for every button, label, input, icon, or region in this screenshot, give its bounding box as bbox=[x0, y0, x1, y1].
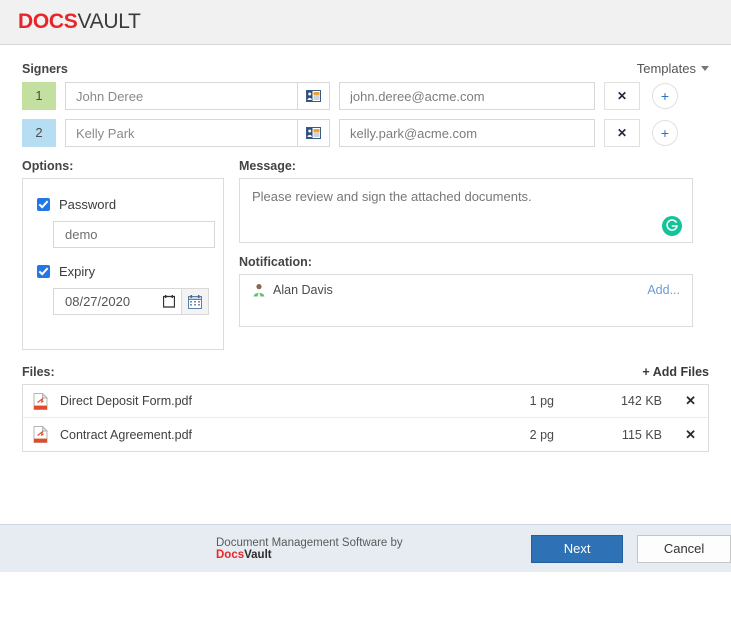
file-row[interactable]: Contract Agreement.pdf 2 pg 115 KB ✕ bbox=[23, 418, 708, 451]
message-label: Message: bbox=[239, 159, 296, 173]
calendar-picker-icon bbox=[187, 294, 202, 309]
notification-label: Notification: bbox=[239, 255, 312, 269]
grammarly-g-glyph bbox=[666, 219, 678, 231]
open-calendar-button[interactable] bbox=[181, 288, 209, 315]
signer-name-input[interactable] bbox=[65, 119, 297, 147]
footer-brand-docs: Docs bbox=[216, 548, 245, 561]
signer-order-badge: 2 bbox=[22, 119, 56, 147]
dialog-footer: Document Management Software by DocsVaul… bbox=[0, 524, 731, 572]
calendar-icon bbox=[162, 295, 175, 308]
file-pages: 2 pg bbox=[529, 427, 554, 442]
templates-dropdown[interactable]: Templates bbox=[637, 61, 709, 76]
signers-label: Signers bbox=[22, 61, 68, 76]
password-input[interactable] bbox=[53, 221, 215, 248]
remove-signer-button[interactable]: ✕ bbox=[604, 119, 640, 147]
signer-name-input[interactable] bbox=[65, 82, 297, 110]
signers-header: Signers Templates bbox=[22, 45, 709, 82]
expiry-checkbox[interactable] bbox=[37, 265, 50, 278]
file-pages: 1 pg bbox=[529, 394, 554, 408]
expiry-field-wrap: 08/27/2020 bbox=[53, 288, 209, 315]
message-text[interactable]: Please review and sign the attached docu… bbox=[252, 189, 680, 206]
contact-card-icon bbox=[306, 127, 321, 139]
message-notification-column: Message: Please review and sign the atta… bbox=[239, 159, 693, 350]
next-button[interactable]: Next bbox=[531, 534, 624, 563]
files-header: Files: + Add Files bbox=[22, 365, 709, 379]
footer-text: Document Management Software by bbox=[216, 536, 403, 549]
options-panel: Password Expiry 08/27/2020 bbox=[22, 178, 224, 350]
file-size: 115 KB bbox=[621, 427, 662, 442]
docsvault-logo: DOCSVAULT bbox=[18, 10, 141, 34]
add-signer-button[interactable]: + bbox=[652, 83, 678, 109]
password-checkbox-row[interactable]: Password bbox=[37, 197, 209, 212]
file-name: Contract Agreement.pdf bbox=[60, 427, 193, 442]
mid-section: Options: Password Expiry 08/27/2020 bbox=[22, 159, 709, 350]
templates-label: Templates bbox=[636, 61, 696, 76]
signer-row: 2 ✕ + bbox=[22, 119, 709, 147]
file-row[interactable]: Direct Deposit Form.pdf 1 pg 142 KB ✕ bbox=[23, 385, 708, 418]
password-checkbox-label: Password bbox=[59, 197, 117, 212]
expiry-date-input[interactable]: 08/27/2020 bbox=[53, 288, 182, 315]
contact-card-button[interactable] bbox=[297, 119, 330, 147]
pdf-file-icon bbox=[33, 392, 48, 410]
signer-email-input[interactable] bbox=[339, 82, 595, 110]
file-size: 142 KB bbox=[620, 394, 662, 408]
notification-person: Alan Davis bbox=[252, 283, 333, 297]
signer-order-badge: 1 bbox=[22, 82, 56, 110]
notification-panel: Alan Davis Add... bbox=[239, 274, 693, 327]
signer-row: 1 ✕ + bbox=[22, 82, 709, 110]
app-header: DOCSVAULT bbox=[0, 0, 731, 45]
options-column: Options: Password Expiry 08/27/2020 bbox=[22, 159, 224, 350]
logo-text-vault: VAULT bbox=[77, 10, 141, 33]
person-icon bbox=[253, 284, 265, 297]
chevron-down-icon bbox=[701, 66, 709, 71]
file-name: Direct Deposit Form.pdf bbox=[60, 394, 192, 408]
signer-email-input[interactable] bbox=[339, 119, 595, 147]
options-label: Options: bbox=[22, 159, 74, 173]
add-signer-button[interactable]: + bbox=[652, 120, 678, 146]
footer-brand-vault: Vault bbox=[244, 548, 272, 561]
files-label: Files: bbox=[22, 365, 55, 379]
password-checkbox[interactable] bbox=[37, 198, 50, 211]
expiry-checkbox-label: Expiry bbox=[59, 264, 96, 279]
notification-row: Alan Davis Add... bbox=[252, 283, 680, 297]
cancel-button[interactable]: Cancel bbox=[637, 534, 731, 563]
pdf-file-icon bbox=[33, 426, 48, 443]
grammarly-icon[interactable] bbox=[662, 216, 682, 236]
remove-file-button[interactable]: ✕ bbox=[662, 427, 696, 443]
add-notification-link[interactable]: Add... bbox=[647, 283, 680, 297]
expiry-checkbox-row[interactable]: Expiry bbox=[37, 264, 209, 279]
signer-name-group bbox=[65, 119, 330, 147]
remove-signer-button[interactable]: ✕ bbox=[604, 82, 640, 110]
contact-card-button[interactable] bbox=[297, 82, 330, 110]
files-list: Direct Deposit Form.pdf 1 pg 142 KB ✕ Co… bbox=[22, 384, 709, 452]
password-field-wrap bbox=[53, 221, 215, 248]
contact-card-icon bbox=[306, 90, 321, 102]
signer-name-group bbox=[65, 82, 330, 110]
main-content: Signers Templates 1 ✕ + bbox=[0, 45, 731, 572]
notification-person-name: Alan Davis bbox=[273, 283, 333, 297]
message-panel[interactable]: Please review and sign the attached docu… bbox=[239, 178, 693, 243]
remove-file-button[interactable]: ✕ bbox=[662, 393, 696, 409]
add-files-button[interactable]: + Add Files bbox=[642, 365, 709, 379]
logo-text-docs: DOCS bbox=[18, 10, 78, 33]
expiry-date-value: 08/27/2020 bbox=[65, 294, 131, 309]
footer-branding: Document Management Software by DocsVaul… bbox=[216, 537, 444, 561]
